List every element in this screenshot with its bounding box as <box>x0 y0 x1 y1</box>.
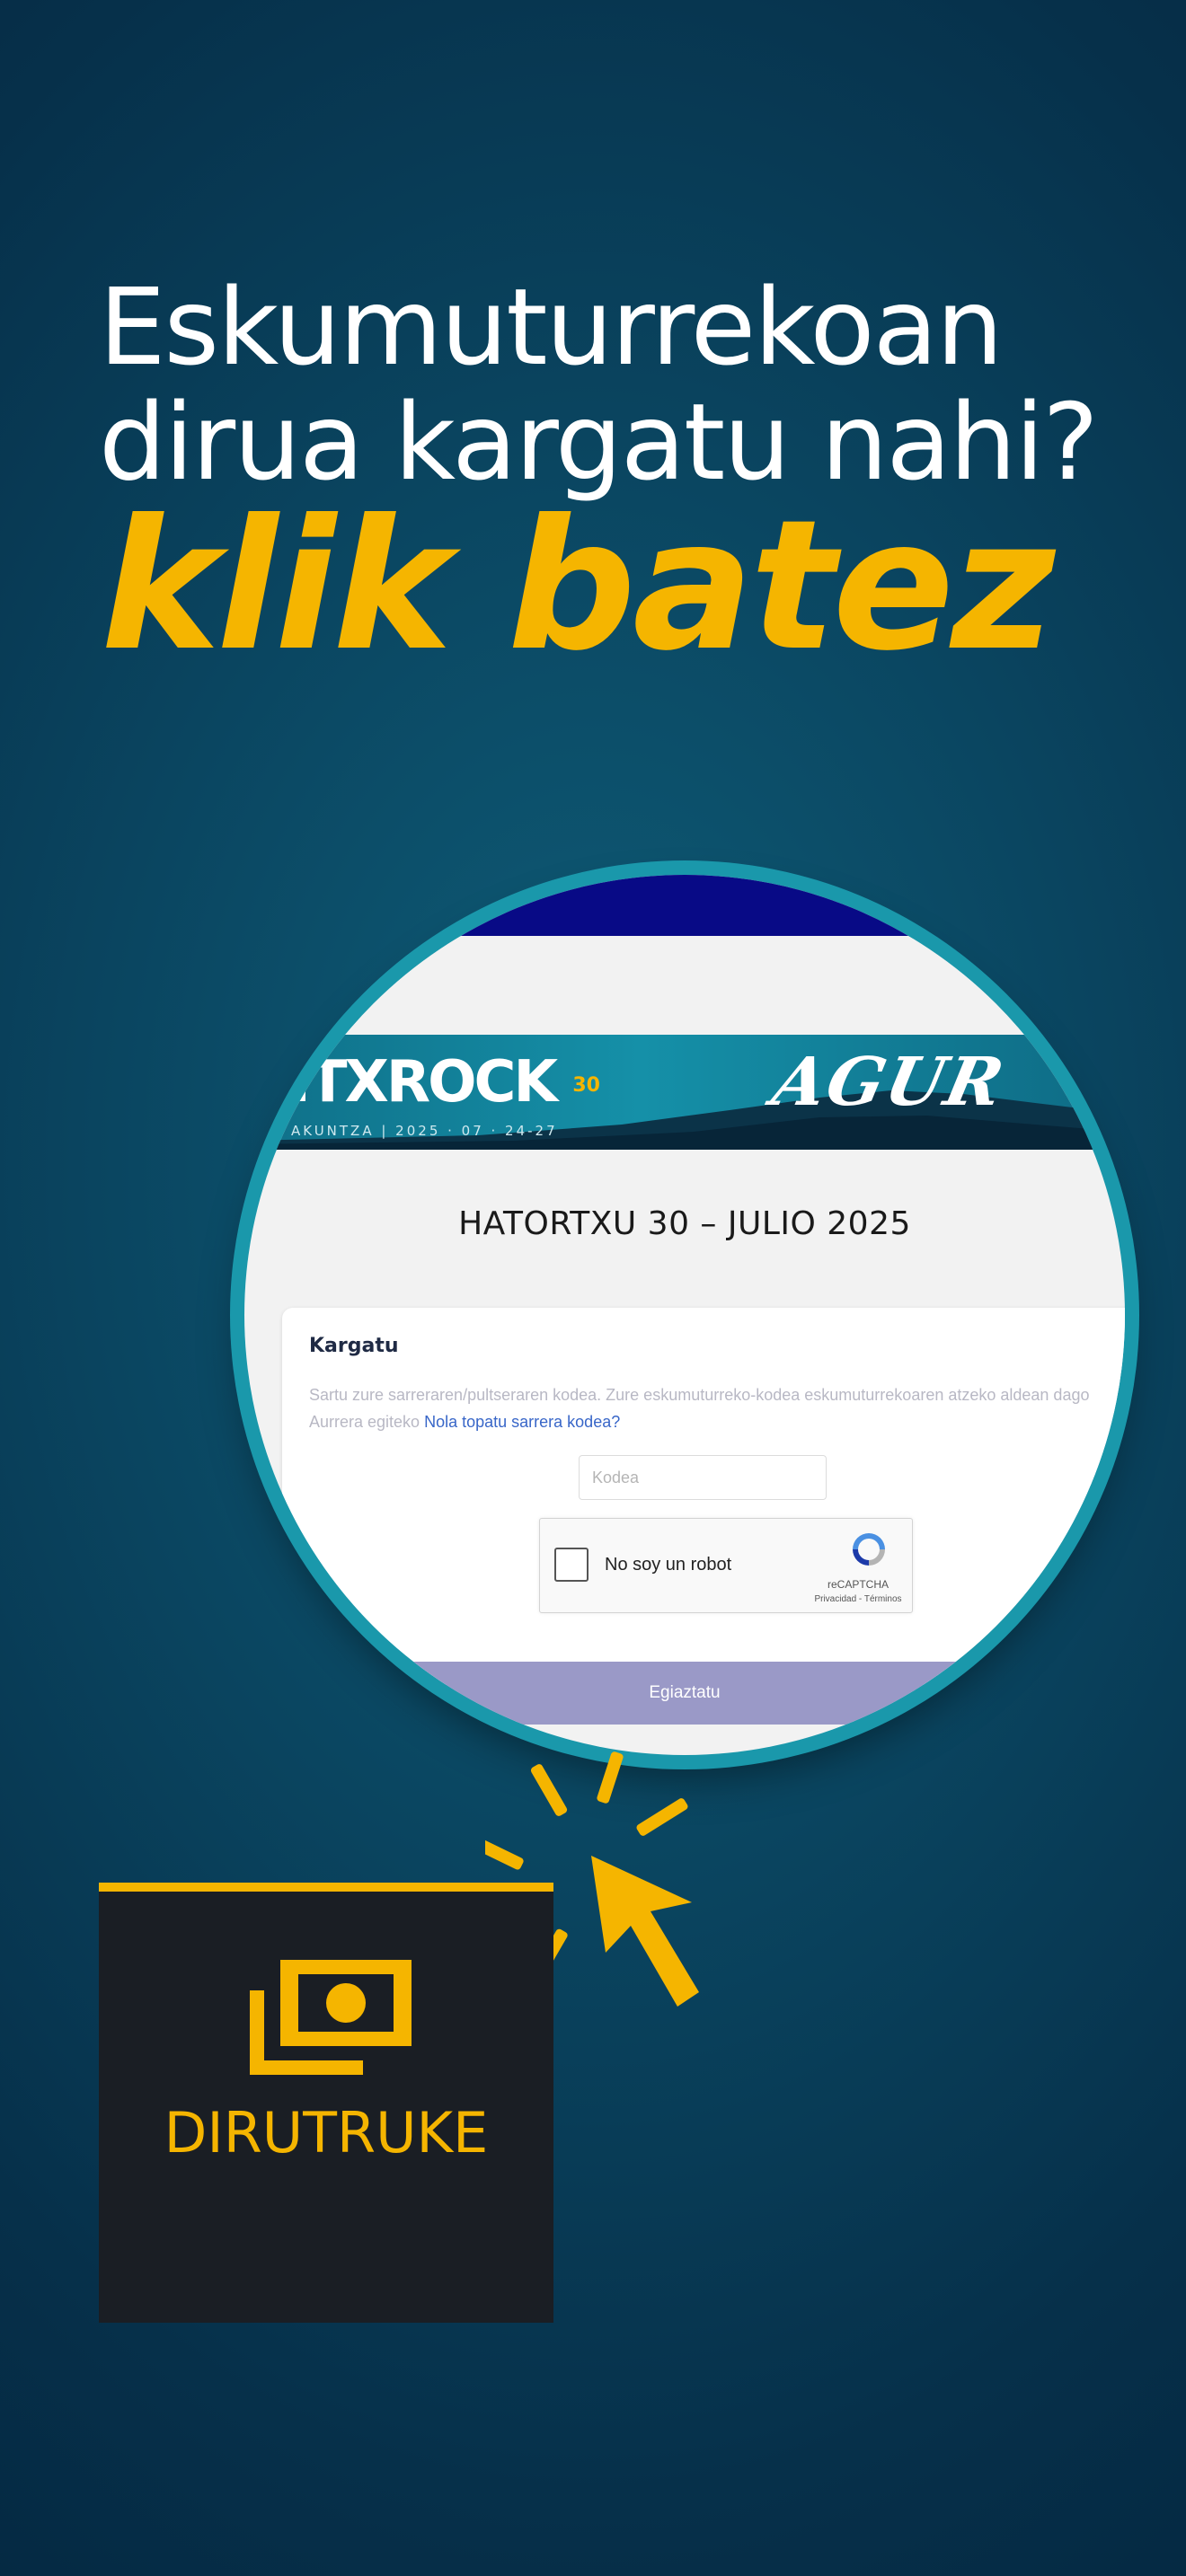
event-subline: AKUNTZA | 2025 · 07 · 24-27 <box>291 1123 558 1139</box>
event-logo: ITXROCK 30 <box>289 1049 600 1116</box>
event-title: HATORTXU 30 – JULIO 2025 <box>458 1205 911 1242</box>
recaptcha-brand: reCAPTCHA <box>827 1578 889 1591</box>
recaptcha-label: No soy un robot <box>605 1555 732 1575</box>
site-header-band <box>244 936 1125 1035</box>
form-title: Kargatu <box>309 1335 399 1357</box>
recaptcha-widget: No soy un robot reCAPTCHA Privacidad - T… <box>539 1518 913 1613</box>
verify-button[interactable]: Egiaztatu <box>244 1662 1125 1725</box>
site-navbar <box>244 875 1125 936</box>
screenshot-magnifier: ITXROCK 30 AKUNTZA | 2025 · 07 · 24-27 A… <box>244 875 1125 1755</box>
event-logo-badge: 30 <box>572 1073 600 1097</box>
agur-logo: AGUR <box>766 1044 1012 1121</box>
headline-line-1: Eskumuturrekoan <box>99 265 1004 389</box>
dirutruke-brand-name: DIRUTRUKE <box>164 2100 489 2166</box>
slogan: klik batez <box>101 481 1056 691</box>
recaptcha-links[interactable]: Privacidad - Términos <box>810 1594 907 1604</box>
code-input[interactable] <box>579 1455 827 1500</box>
form-description: Sartu zure sarreraren/pultseraren kodea.… <box>309 1381 1100 1435</box>
load-form-card: Kargatu Sartu zure sarreraren/pultserare… <box>282 1308 1125 1685</box>
help-link[interactable]: Nola topatu sarrera kodea? <box>424 1413 620 1431</box>
headline: Eskumuturrekoan dirua kargatu nahi? <box>99 269 1132 499</box>
event-logo-text: ITXROCK <box>289 1049 558 1116</box>
recaptcha-checkbox[interactable] <box>554 1548 589 1582</box>
dirutruke-logo-box: DIRUTRUKE <box>99 1883 553 2323</box>
event-banner: ITXROCK 30 AKUNTZA | 2025 · 07 · 24-27 A… <box>244 1035 1125 1150</box>
money-icon <box>250 1960 412 2075</box>
recaptcha-icon <box>853 1533 885 1566</box>
